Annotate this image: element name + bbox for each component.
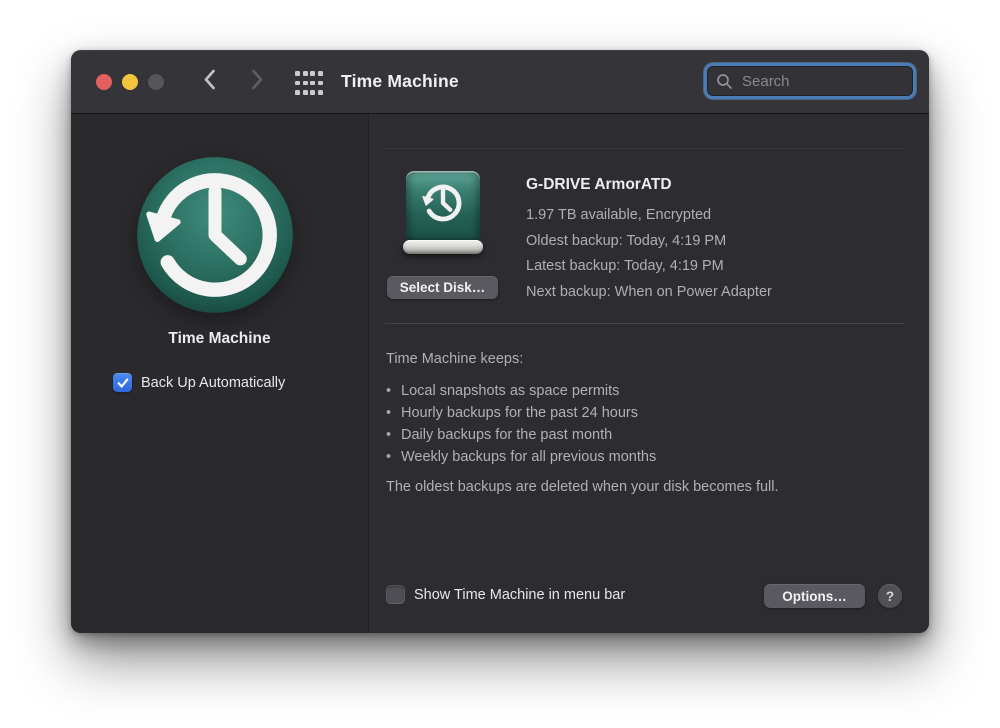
disk-name: G-DRIVE ArmorATD (526, 176, 672, 193)
search-field[interactable] (704, 63, 916, 99)
list-item: • Hourly backups for the past 24 hours (386, 402, 779, 424)
backup-automatically-label: Back Up Automatically (141, 374, 286, 391)
sidebar-app-label: Time Machine (168, 330, 271, 347)
disk-next-backup: Next backup: When on Power Adapter (526, 283, 772, 300)
list-item: • Local snapshots as space permits (386, 380, 779, 402)
disk-info: G-DRIVE ArmorATD 1.97 TB available, Encr… (526, 176, 772, 305)
backup-automatically-row: Back Up Automatically (113, 373, 285, 392)
options-button[interactable]: Options… (764, 584, 865, 608)
disk-oldest-backup: Oldest backup: Today, 4:19 PM (526, 232, 727, 249)
app-grid-icon (295, 71, 301, 76)
retention-policy: Time Machine keeps: • Local snapshots as… (386, 351, 779, 498)
minimize-button[interactable] (122, 74, 138, 90)
menu-bar-row: Show Time Machine in menu bar (386, 585, 625, 604)
drive-clock-arrow-icon (422, 184, 462, 222)
search-icon (716, 73, 733, 90)
time-machine-logo-icon (133, 153, 297, 317)
titlebar: Time Machine (71, 50, 929, 114)
close-button[interactable] (96, 74, 112, 90)
zoom-button-disabled (148, 74, 164, 90)
sidebar: Time Machine Back Up Automatically (71, 114, 369, 633)
retention-footnote: The oldest backups are deleted when your… (386, 479, 779, 495)
backup-disk-icon (403, 171, 483, 254)
bullet: • (386, 405, 392, 421)
disk-latest-backup: Latest backup: Today, 4:19 PM (526, 258, 724, 274)
list-item: • Daily backups for the past month (386, 424, 779, 446)
back-button[interactable] (195, 69, 223, 95)
search-input[interactable] (740, 71, 904, 91)
menu-bar-label: Show Time Machine in menu bar (414, 586, 626, 603)
bullet: • (386, 383, 392, 399)
disk-available: 1.97 TB available, Encrypted (526, 207, 712, 223)
chevron-right-icon (251, 69, 264, 95)
select-disk-button[interactable]: Select Disk… (387, 276, 498, 299)
content-pane: Select Disk… G-DRIVE ArmorATD 1.97 TB av… (370, 114, 929, 633)
checkmark-icon (117, 377, 128, 388)
show-all-button[interactable] (294, 71, 324, 95)
retention-heading: Time Machine keeps: (386, 351, 524, 367)
menu-bar-checkbox[interactable] (386, 585, 405, 604)
window-title: Time Machine (341, 71, 459, 91)
chevron-left-icon (203, 69, 216, 95)
bullet: • (386, 449, 392, 465)
list-item: • Weekly backups for all previous months (386, 446, 779, 468)
divider-middle (385, 323, 904, 324)
time-machine-window: Time Machine Search Time Machine Back Up… (71, 50, 929, 633)
bullet: • (386, 427, 392, 443)
help-button[interactable]: ? (878, 584, 902, 608)
divider-top (385, 148, 904, 149)
traffic-lights (96, 74, 164, 90)
backup-automatically-checkbox[interactable] (113, 373, 132, 392)
forward-button-disabled (243, 69, 271, 95)
